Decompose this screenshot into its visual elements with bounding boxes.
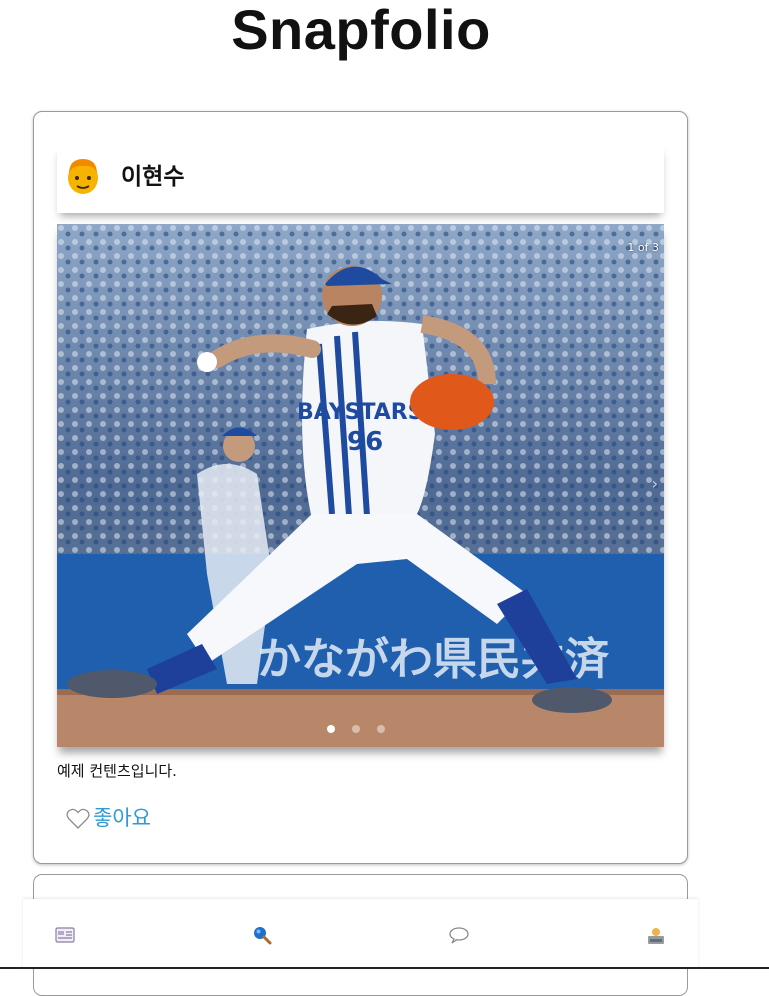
post-header: 이현수	[57, 145, 664, 213]
jersey-number-text: 96	[347, 427, 383, 457]
carousel-dot[interactable]	[327, 725, 335, 733]
carousel-dots	[327, 725, 385, 733]
bottom-divider	[0, 967, 769, 969]
carousel-dot[interactable]	[377, 725, 385, 733]
nav-profile[interactable]	[644, 923, 668, 947]
image-counter: 1 of 3	[627, 241, 659, 254]
carousel-dot[interactable]	[352, 725, 360, 733]
chevron-right-icon[interactable]: ›	[652, 474, 658, 493]
chat-bubble-icon	[449, 927, 469, 944]
newspaper-icon	[55, 927, 75, 943]
image-carousel[interactable]: かながわ県民共済 BAYSTARS 96 1 of 3 ›	[57, 224, 664, 747]
profile-icon	[648, 928, 664, 944]
jersey-team-text: BAYSTARS	[297, 400, 424, 425]
like-label: 좋아요	[93, 807, 151, 830]
nav-search[interactable]	[250, 923, 274, 947]
bottom-nav	[23, 899, 698, 969]
nav-feed[interactable]	[53, 923, 77, 947]
like-button[interactable]: 좋아요	[66, 806, 151, 832]
search-icon	[254, 927, 272, 945]
post-photo: かながわ県民共済 BAYSTARS 96	[57, 224, 664, 747]
nav-messages[interactable]	[447, 923, 471, 947]
person-emoji-icon[interactable]	[65, 156, 101, 196]
author-name[interactable]: 이현수	[121, 163, 184, 191]
post-caption: 예제 컨텐츠입니다.	[57, 762, 177, 780]
app-title: Snapfolio	[231, 0, 491, 61]
heart-outline-icon	[66, 808, 90, 829]
post-card: 이현수 かながわ県民共済 BAYSTARS 96 1 of 3 › 예제 컨텐츠…	[33, 111, 688, 864]
